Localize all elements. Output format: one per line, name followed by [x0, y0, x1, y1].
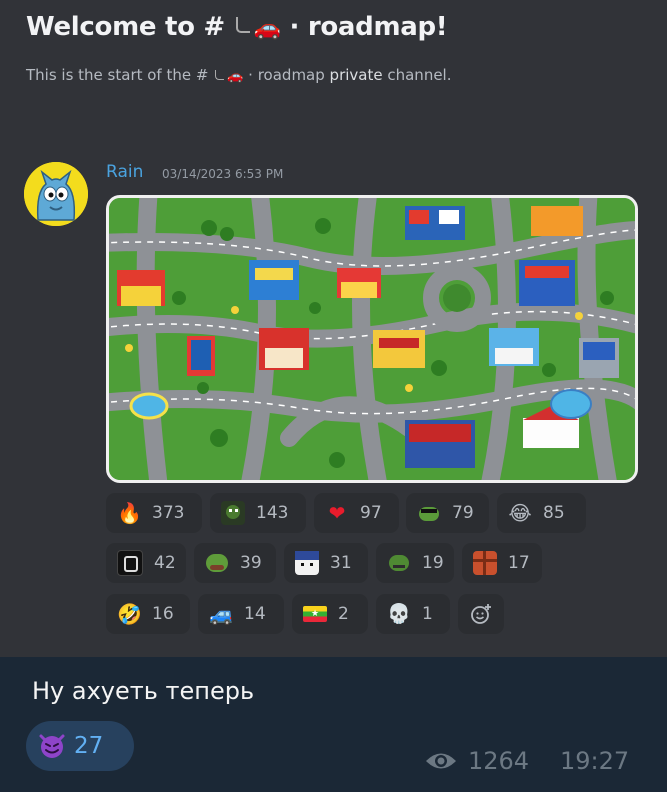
pixel-emote-icon — [117, 550, 143, 576]
frog-emote-icon — [221, 501, 245, 525]
welcome-subtitle: This is the start of the # 🚗 · roadmap p… — [26, 66, 452, 84]
reaction-anime-face[interactable]: 31 — [284, 543, 368, 583]
reaction-count: 85 — [543, 503, 565, 523]
message-time: 19:27 — [560, 747, 630, 775]
reaction-count: 373 — [152, 503, 185, 523]
blue-cat-avatar-icon — [24, 162, 88, 226]
frog-sunglasses-icon — [417, 501, 441, 525]
reaction-skull[interactable]: 💀 1 — [376, 594, 450, 634]
fire-icon: 🔥 — [117, 501, 142, 525]
smiling-devil-icon — [38, 732, 66, 760]
reaction-laughing[interactable]: 😂 85 — [497, 493, 586, 533]
author-name[interactable]: Rain — [106, 162, 143, 182]
reaction-fire[interactable]: 🔥 373 — [106, 493, 202, 533]
reaction-pepe[interactable]: 39 — [194, 543, 276, 583]
road-map-image — [109, 198, 635, 480]
branch-arrow-icon — [215, 70, 225, 80]
branch-arrow-icon — [235, 17, 250, 33]
welcome-suffix: · roadmap! — [280, 12, 448, 42]
reaction-count: 97 — [360, 503, 382, 523]
reaction-count: 42 — [154, 553, 176, 573]
subtitle-channel: · roadmap — [243, 66, 330, 84]
red-car-icon: 🚗 — [227, 69, 244, 84]
reaction-count: 31 — [330, 553, 352, 573]
eye-icon — [426, 753, 456, 769]
welcome-title: Welcome to # 🚗 · roadmap! — [26, 12, 448, 42]
telegram-message-footer: Ну ахуеть теперь 27 1264 19:27 — [0, 657, 667, 792]
avatar[interactable] — [24, 162, 88, 226]
subtitle-prefix: This is the start of the # — [26, 66, 214, 84]
red-heart-icon: ❤ — [328, 501, 346, 525]
pepe-icon — [205, 551, 229, 575]
reaction-myanmar-flag[interactable]: ★ 2 — [292, 594, 368, 634]
reaction-count: 79 — [452, 503, 474, 523]
reaction-frog-sunglasses[interactable]: 79 — [406, 493, 489, 533]
add-reaction-icon — [471, 604, 491, 624]
message-timestamp: 03/14/2023 6:53 PM — [162, 167, 284, 181]
discord-screenshot: Welcome to # 🚗 · roadmap! This is the st… — [0, 0, 667, 657]
reaction-pepe-sad[interactable]: 19 — [376, 543, 454, 583]
welcome-prefix: Welcome to # — [26, 12, 234, 42]
reaction-count: 17 — [508, 553, 530, 573]
skull-icon: 💀 — [387, 603, 411, 625]
blue-car-icon: 🚙 — [209, 602, 234, 626]
red-car-icon: 🚗 — [253, 16, 281, 41]
pixel-brick-icon — [473, 551, 497, 575]
reaction-count: 19 — [422, 553, 444, 573]
reaction-pixel-emote[interactable]: 42 — [106, 543, 186, 583]
reaction-count: 2 — [338, 604, 349, 624]
views-count: 1264 — [468, 747, 530, 775]
reaction-heart[interactable]: ❤ 97 — [314, 493, 399, 533]
reaction-frog-emote[interactable]: 143 — [210, 493, 306, 533]
reaction-count: 39 — [240, 553, 262, 573]
views-counter: 1264 — [424, 747, 529, 775]
reaction-count: 1 — [422, 604, 433, 624]
reaction-count: 14 — [244, 604, 266, 624]
myanmar-flag-icon: ★ — [303, 606, 327, 622]
reaction-blue-car[interactable]: 🚙 14 — [198, 594, 284, 634]
message-text: Ну ахуеть теперь — [32, 677, 255, 705]
reaction-count: 27 — [74, 733, 104, 759]
laughing-tears-icon: 😂 — [508, 501, 532, 525]
reaction-count: 143 — [256, 503, 289, 523]
pepe-sad-icon — [387, 551, 411, 575]
anime-face-icon — [295, 551, 319, 575]
devil-reaction[interactable]: 27 — [26, 721, 134, 771]
add-reaction-button[interactable] — [458, 594, 504, 634]
reaction-rofl[interactable]: 🤣 16 — [106, 594, 190, 634]
reaction-count: 16 — [152, 604, 174, 624]
rofl-icon: 🤣 — [117, 602, 142, 626]
subtitle-end: channel. — [382, 66, 452, 84]
reaction-pixel-brick[interactable]: 17 — [462, 543, 542, 583]
image-attachment[interactable] — [106, 195, 638, 483]
subtitle-private: private — [329, 66, 383, 84]
